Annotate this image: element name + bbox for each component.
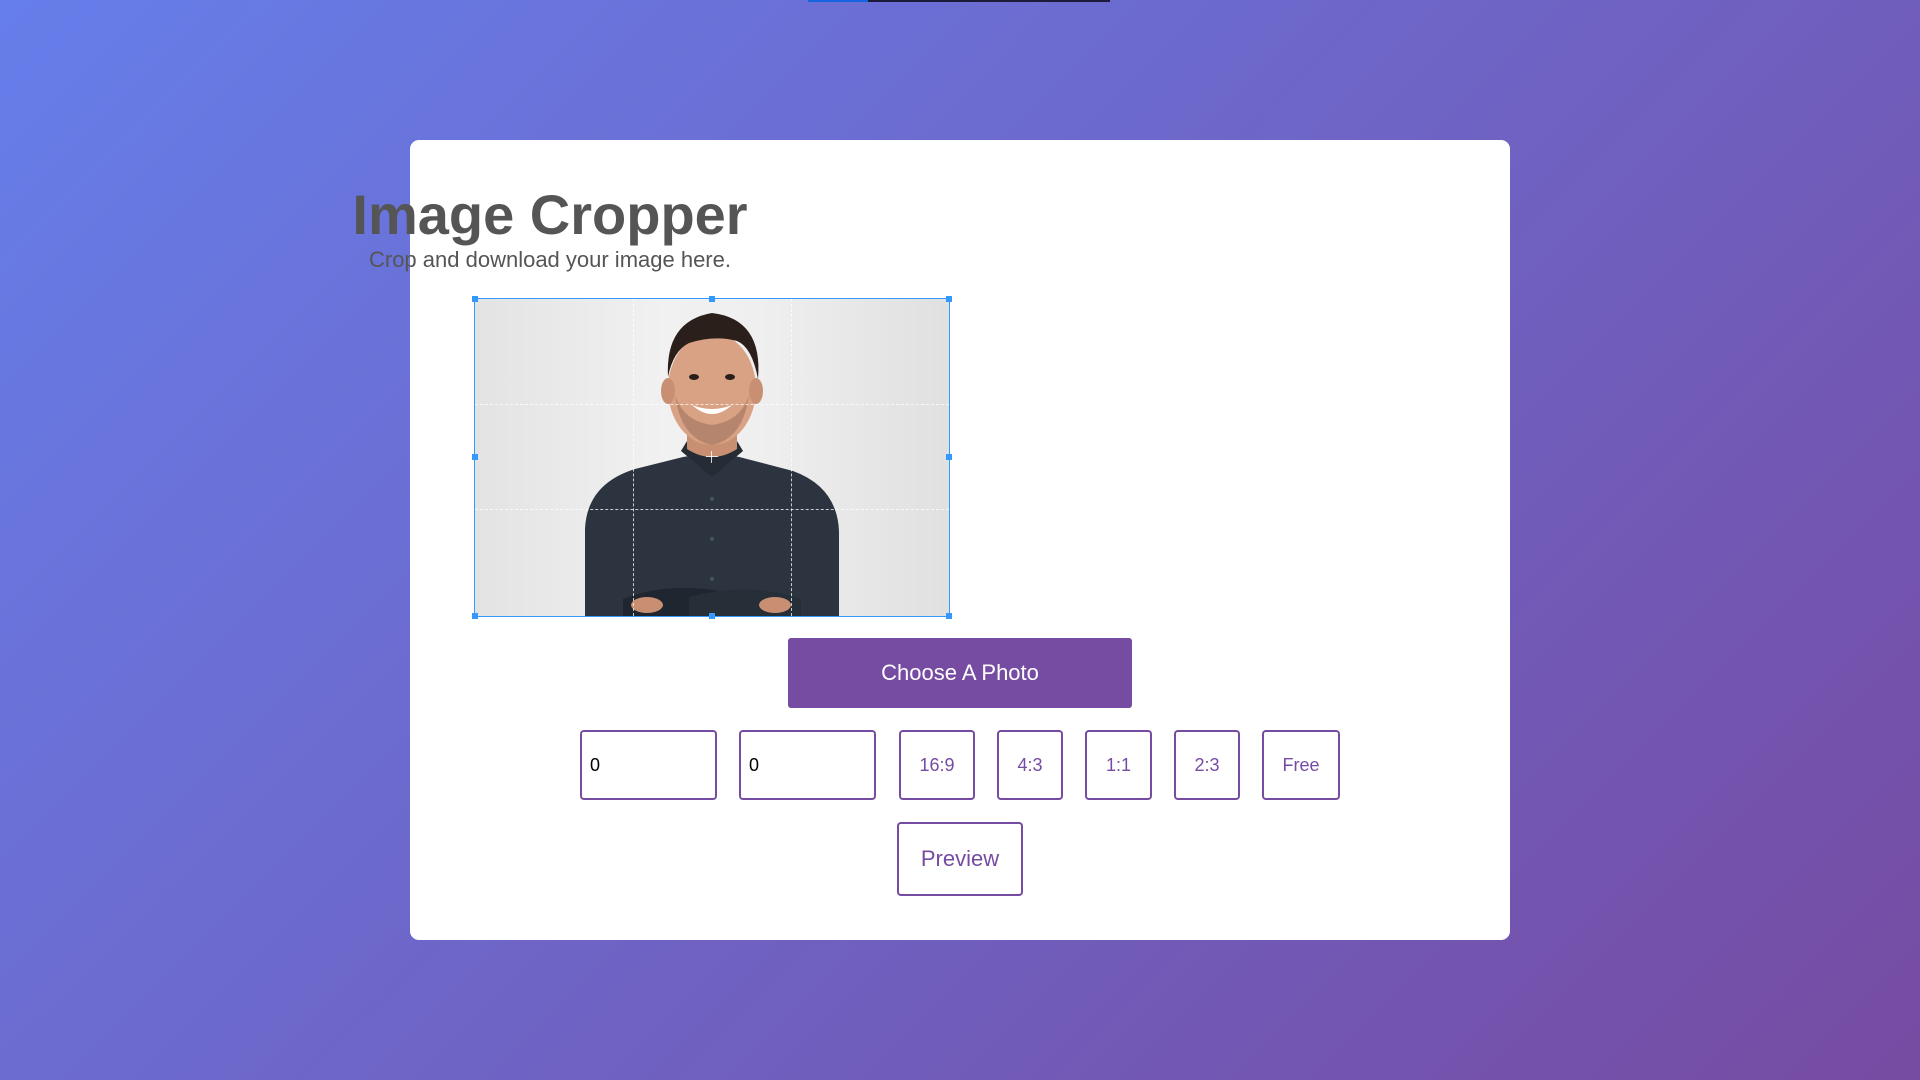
- crop-guide-line: [633, 299, 634, 616]
- choose-photo-button[interactable]: Choose A Photo: [788, 638, 1132, 708]
- crop-handle-e[interactable]: [946, 454, 952, 460]
- crop-handle-nw[interactable]: [472, 296, 478, 302]
- crop-selection-box[interactable]: [472, 296, 952, 619]
- top-progress-fill: [808, 0, 868, 2]
- ratio-free-button[interactable]: Free: [1262, 730, 1340, 800]
- crop-center-icon: [706, 451, 718, 463]
- crop-handle-sw[interactable]: [472, 613, 478, 619]
- preview-button[interactable]: Preview: [897, 822, 1023, 896]
- ratio-16-9-button[interactable]: 16:9: [899, 730, 975, 800]
- crop-width-input[interactable]: [580, 730, 717, 800]
- crop-guide-line: [791, 299, 792, 616]
- ratio-4-3-button[interactable]: 4:3: [997, 730, 1063, 800]
- crop-handle-s[interactable]: [709, 613, 715, 619]
- crop-handle-w[interactable]: [472, 454, 478, 460]
- page-title: Image Cropper: [352, 183, 748, 246]
- ratio-1-1-button[interactable]: 1:1: [1085, 730, 1152, 800]
- crop-handle-ne[interactable]: [946, 296, 952, 302]
- page-subtitle: Crop and download your image here.: [368, 247, 731, 272]
- crop-guide-line: [475, 509, 949, 510]
- crop-guide-line: [475, 404, 949, 405]
- crop-height-input[interactable]: [739, 730, 876, 800]
- top-progress-bar: [808, 0, 1110, 2]
- ratio-2-3-button[interactable]: 2:3: [1174, 730, 1240, 800]
- crop-handle-n[interactable]: [709, 296, 715, 302]
- crop-handle-se[interactable]: [946, 613, 952, 619]
